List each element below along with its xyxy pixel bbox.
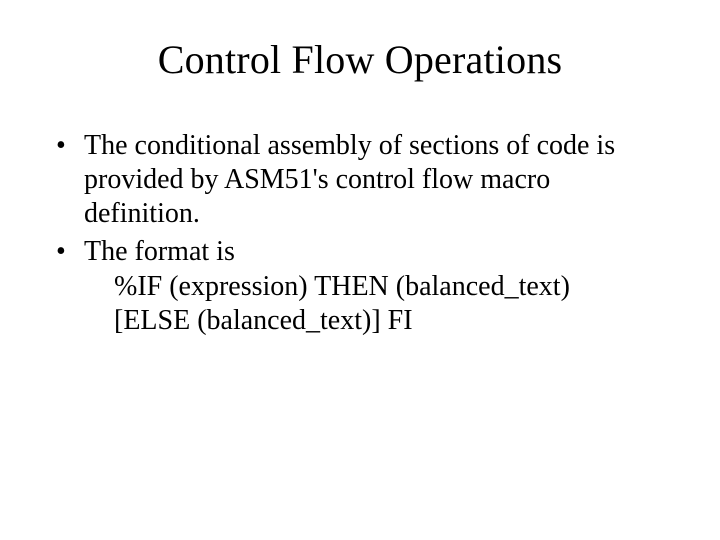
bullet-list: The conditional assembly of sections of … <box>54 129 650 338</box>
bullet-item: The conditional assembly of sections of … <box>54 129 650 231</box>
slide-title: Control Flow Operations <box>0 36 720 83</box>
bullet-text: The format is <box>84 236 235 267</box>
slide-body: The conditional assembly of sections of … <box>0 129 720 338</box>
slide: Control Flow Operations The conditional … <box>0 36 720 540</box>
bullet-continuation: %IF (expression) THEN (balanced_text) <box>84 270 650 304</box>
bullet-text: The conditional assembly of sections of … <box>84 130 615 229</box>
bullet-continuation: [ELSE (balanced_text)] FI <box>84 304 650 338</box>
bullet-item: The format is %IF (expression) THEN (bal… <box>54 235 650 337</box>
